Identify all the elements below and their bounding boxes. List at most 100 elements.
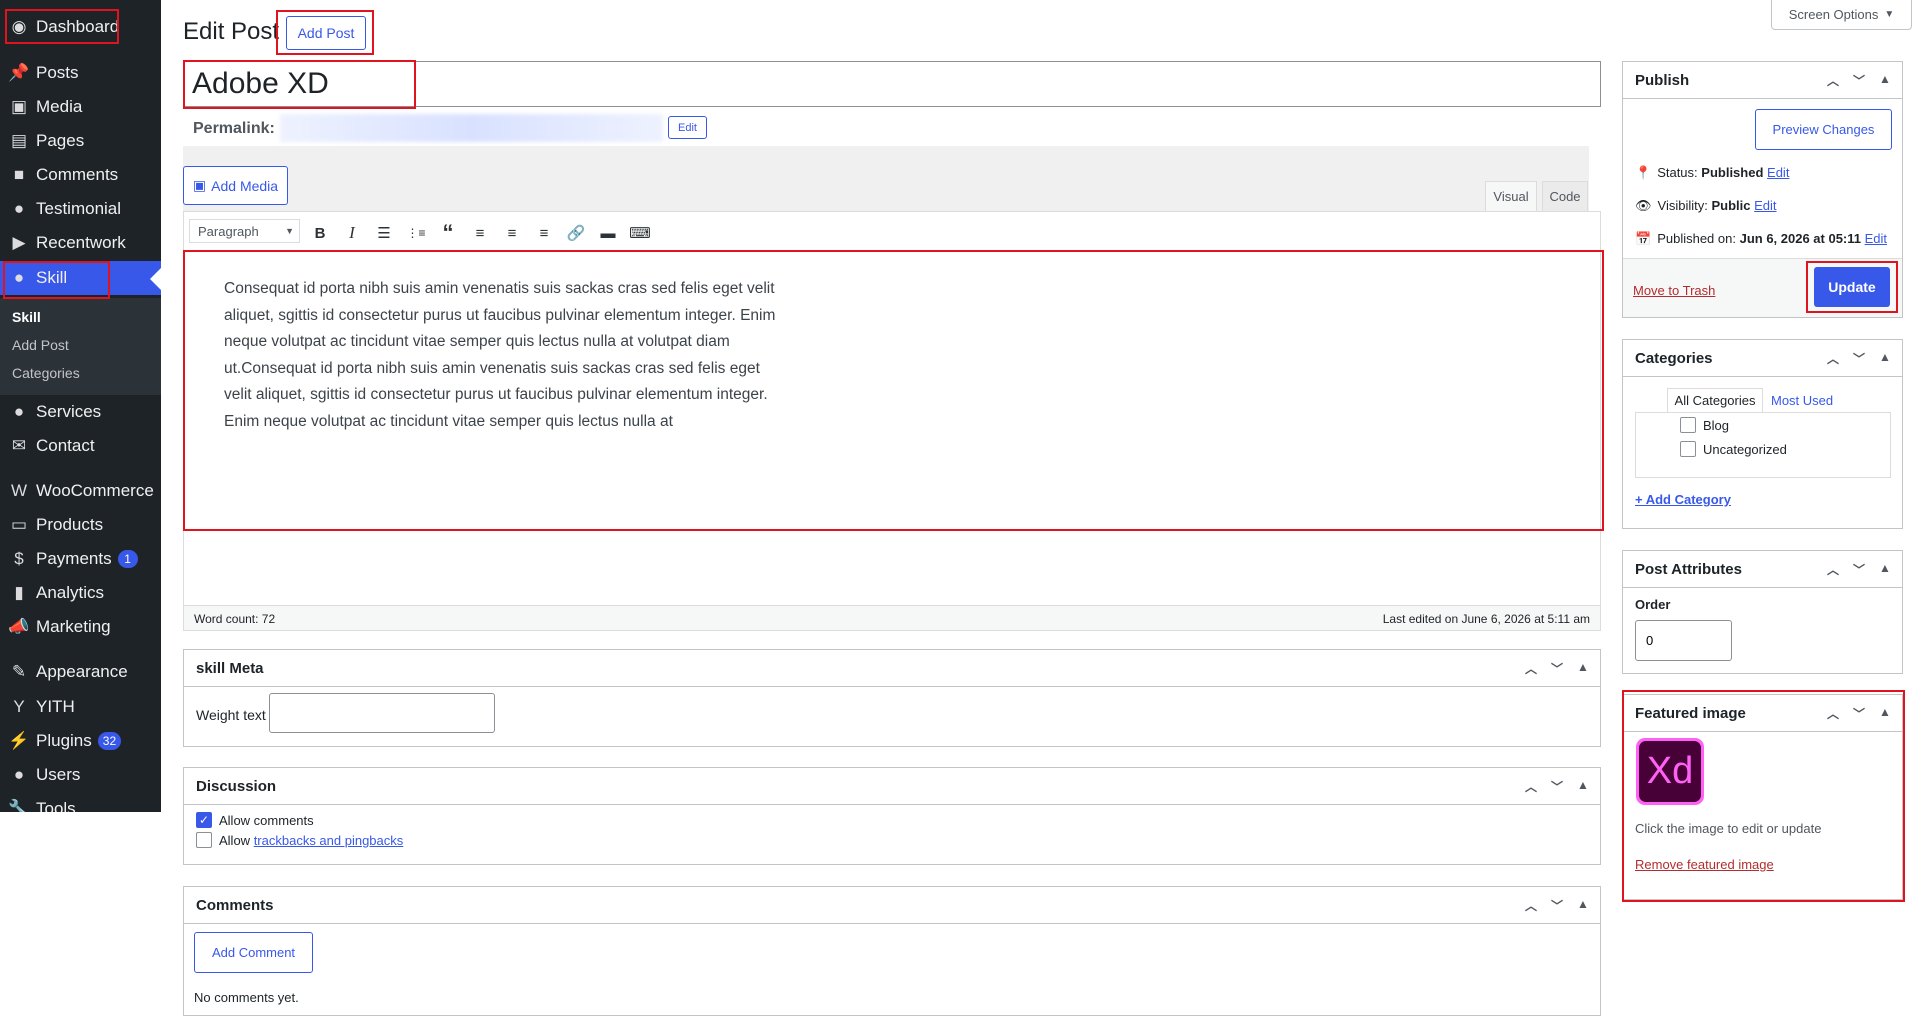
sidebar-item-posts[interactable]: 📌 Posts: [0, 56, 161, 90]
user-icon: ●: [13, 402, 25, 421]
allow-trackbacks-label: Allow trackbacks and pingbacks: [219, 833, 403, 848]
featured-image-title: Featured image: [1635, 704, 1746, 722]
sidebar-item-label: Posts: [36, 63, 79, 82]
sidebar-item-products[interactable]: ▭ Products: [0, 508, 161, 542]
published-edit-link[interactable]: Edit: [1865, 231, 1887, 246]
order-input[interactable]: [1635, 620, 1732, 661]
sidebar-item-woocommerce[interactable]: W WooCommerce: [0, 474, 161, 508]
visibility-edit-link[interactable]: Edit: [1754, 198, 1776, 213]
submenu-item-add-post[interactable]: Add Post: [12, 337, 69, 353]
sidebar-item-media[interactable]: ▣ Media: [0, 90, 161, 124]
chevron-down-icon[interactable]: ﹀: [1548, 778, 1566, 795]
no-comments-text: No comments yet.: [194, 990, 299, 1005]
sidebar-item-services[interactable]: ● Services: [0, 395, 161, 429]
chevron-down-icon[interactable]: ﹀: [1850, 72, 1868, 89]
submenu-item-categories[interactable]: Categories: [12, 365, 80, 381]
add-media-button[interactable]: ▣ Add Media: [183, 166, 288, 205]
format-select[interactable]: Paragraph ▼: [189, 219, 300, 243]
chevron-up-icon[interactable]: ︿: [1522, 897, 1540, 914]
category-checkbox-blog[interactable]: [1680, 417, 1696, 433]
add-media-label: Add Media: [211, 177, 279, 194]
chevron-up-icon[interactable]: ︿: [1824, 561, 1842, 578]
sidebar-item-analytics[interactable]: ▮ Analytics: [0, 576, 161, 610]
published-value: Jun 6, 2026 at 05:11: [1739, 231, 1862, 246]
tab-code[interactable]: Code: [1542, 181, 1588, 211]
align-right-icon[interactable]: ≡: [533, 222, 555, 244]
remove-featured-image-link[interactable]: Remove featured image: [1635, 857, 1774, 872]
add-post-button[interactable]: Add Post: [286, 16, 366, 50]
trackbacks-checkbox[interactable]: [196, 832, 212, 848]
chevron-up-icon[interactable]: ︿: [1824, 72, 1842, 89]
sidebar-item-users[interactable]: ● Users: [0, 758, 161, 792]
sidebar-item-comments[interactable]: ■ Comments: [0, 158, 161, 192]
tab-all-categories[interactable]: All Categories: [1667, 388, 1763, 412]
chevron-down-icon[interactable]: ﹀: [1548, 660, 1566, 677]
screen-options-button[interactable]: Screen Options ▼: [1771, 0, 1912, 30]
chevron-up-icon[interactable]: ︿: [1824, 705, 1842, 722]
tab-most-used[interactable]: Most Used: [1771, 393, 1833, 408]
bold-icon[interactable]: B: [309, 222, 331, 244]
caret-up-icon[interactable]: ▲: [1876, 705, 1894, 722]
read-more-icon[interactable]: ▬: [597, 222, 619, 244]
chevron-down-icon[interactable]: ﹀: [1548, 897, 1566, 914]
allow-comments-checkbox[interactable]: ✓: [196, 812, 212, 828]
chevron-up-icon[interactable]: ︿: [1824, 350, 1842, 367]
align-center-icon[interactable]: ≡: [501, 222, 523, 244]
caret-up-icon[interactable]: ▲: [1574, 660, 1592, 677]
editor-toolbar-area: [183, 146, 1589, 211]
sidebar-item-skill[interactable]: ● Skill: [0, 261, 161, 295]
caret-up-icon[interactable]: ▲: [1876, 561, 1894, 578]
post-title-input[interactable]: [183, 61, 1601, 107]
caret-up-icon[interactable]: ▲: [1574, 778, 1592, 795]
chevron-down-icon[interactable]: ﹀: [1850, 350, 1868, 367]
bullet-list-icon[interactable]: ☰: [373, 222, 395, 244]
sidebar-item-dashboard[interactable]: ◉ Dashboard: [0, 10, 161, 44]
dollar-icon: $: [14, 549, 24, 568]
sidebar-item-pages[interactable]: ▤ Pages: [0, 124, 161, 158]
chevron-down-icon[interactable]: ﹀: [1850, 561, 1868, 578]
sidebar-item-contact[interactable]: ✉ Contact: [0, 429, 161, 463]
preview-changes-button[interactable]: Preview Changes: [1755, 109, 1892, 150]
align-left-icon[interactable]: ≡: [469, 222, 491, 244]
pin-icon: 📌: [8, 63, 30, 82]
woocommerce-icon: W: [10, 481, 28, 500]
chevron-up-icon[interactable]: ︿: [1522, 778, 1540, 795]
sidebar-item-recentwork[interactable]: ▶ Recentwork: [0, 226, 161, 260]
numbered-list-icon[interactable]: ⋮≡: [405, 222, 427, 244]
sidebar-item-yith[interactable]: Y YITH: [0, 690, 161, 724]
submenu-item-skill[interactable]: Skill: [12, 309, 41, 325]
permalink-edit-button[interactable]: Edit: [668, 116, 707, 139]
caret-up-icon[interactable]: ▲: [1876, 72, 1894, 89]
italic-icon[interactable]: I: [341, 222, 363, 244]
category-label-uncategorized: Uncategorized: [1703, 442, 1787, 457]
editor-content[interactable]: Consequat id porta nibh suis amin venena…: [183, 251, 1601, 606]
sidebar-item-tools[interactable]: 🔧 Tools: [0, 792, 161, 812]
caret-up-icon[interactable]: ▲: [1876, 350, 1894, 367]
update-button[interactable]: Update: [1814, 267, 1890, 307]
chevron-down-icon[interactable]: ﹀: [1850, 705, 1868, 722]
caret-up-icon[interactable]: ▲: [1574, 897, 1592, 914]
permalink-url-blurred: [280, 114, 663, 142]
link-icon[interactable]: 🔗: [565, 222, 587, 244]
add-comment-button[interactable]: Add Comment: [194, 932, 313, 973]
featured-image-thumbnail[interactable]: Xd: [1636, 738, 1704, 805]
move-to-trash-link[interactable]: Move to Trash: [1633, 283, 1715, 298]
category-checkbox-uncategorized[interactable]: [1680, 441, 1696, 457]
chevron-up-icon[interactable]: ︿: [1522, 660, 1540, 677]
sidebar-item-testimonial[interactable]: ● Testimonial: [0, 192, 161, 226]
content-line: Consequat id porta nibh suis amin venena…: [224, 280, 775, 297]
sidebar-item-plugins[interactable]: ⚡ Plugins 32: [0, 724, 161, 758]
toolbar-toggle-icon[interactable]: ⌨: [629, 222, 651, 244]
sidebar-item-appearance[interactable]: ✎ Appearance: [0, 655, 161, 689]
publish-title: Publish: [1635, 71, 1690, 89]
sidebar-item-marketing[interactable]: 📣 Marketing: [0, 610, 161, 644]
tab-visual[interactable]: Visual: [1485, 181, 1537, 211]
status-edit-link[interactable]: Edit: [1767, 165, 1789, 180]
sidebar-item-payments[interactable]: $ Payments 1: [0, 542, 161, 576]
add-category-link[interactable]: + Add Category: [1635, 492, 1731, 507]
blockquote-icon[interactable]: “: [437, 220, 459, 245]
publish-header: Publish ︿ ﹀ ▲: [1623, 62, 1902, 99]
trackbacks-link[interactable]: trackbacks and pingbacks: [254, 833, 404, 848]
sidebar-item-label: Testimonial: [36, 199, 122, 218]
weight-text-input[interactable]: [269, 693, 495, 733]
